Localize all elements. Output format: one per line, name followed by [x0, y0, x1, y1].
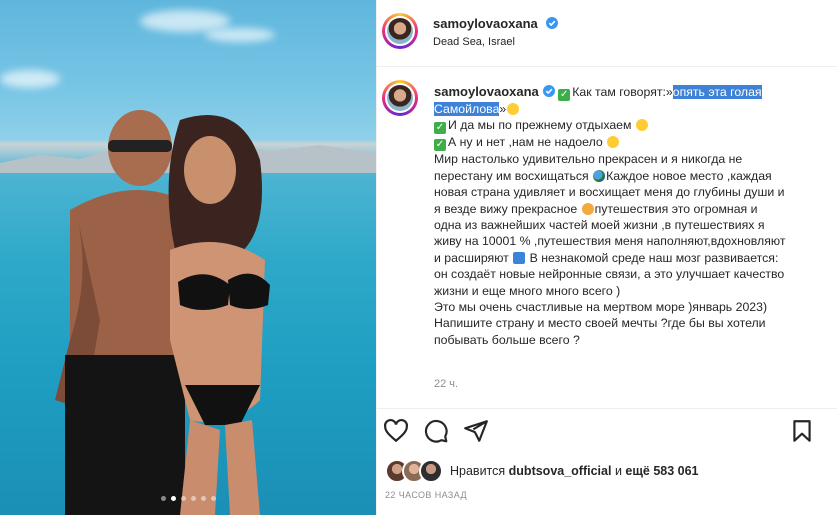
caption-time[interactable]: 22 ч. [434, 378, 458, 390]
instagram-post: samoylovaoxana Dead Sea, Israel samoylov… [0, 0, 837, 515]
caption-text: Как там говорят:» [572, 85, 673, 99]
couple-figure [55, 110, 270, 515]
globe-emoji-icon [593, 169, 606, 182]
liker-username-link[interactable]: dubtsova_official [509, 464, 612, 478]
location-link[interactable]: Dead Sea, Israel [433, 36, 515, 48]
likes-text: Нравится dubtsova_official и ещё 583 061 [450, 464, 699, 478]
caption-text: путешествия это огромная и [594, 201, 758, 216]
caption-line: ✓ А ну и нет ,нам не надоело [434, 134, 834, 152]
likes-connector: и [614, 464, 622, 478]
laughing-emoji-icon [635, 119, 648, 132]
check-emoji-icon: ✓ [434, 139, 446, 152]
caption-text: А ну и нет ,нам не надоело [448, 135, 603, 150]
heart-icon[interactable] [383, 418, 409, 444]
caption-text: и расширяют [434, 250, 509, 265]
carousel-dot-active[interactable] [170, 496, 176, 501]
top-emoji-icon [513, 251, 526, 264]
caption-text: перестану им восхищаться [434, 168, 589, 183]
caption-line: он создаёт новые нейронные связи, а это … [434, 267, 785, 282]
header-user: samoylovaoxana [433, 15, 559, 33]
caption-line: одна из важнейших частей моей жизни ,в п… [434, 218, 765, 233]
carousel-dot[interactable] [200, 496, 206, 501]
post-photo[interactable] [0, 0, 376, 515]
caption-line: ✓ И да мы по прежнему отдыхаем [434, 117, 834, 135]
carousel-dot[interactable] [160, 496, 166, 501]
avatar[interactable] [382, 13, 418, 49]
divider [377, 408, 837, 409]
likes-prefix: Нравится [450, 464, 506, 478]
bookmark-icon[interactable] [789, 418, 815, 444]
divider [377, 66, 837, 67]
caption-line: живу на 10001 % ,путешествия меня наполн… [434, 234, 786, 249]
cloud [0, 70, 60, 88]
post-panel: samoylovaoxana Dead Sea, Israel samoylov… [376, 0, 837, 515]
caption-avatar[interactable] [382, 80, 418, 116]
laughing-emoji-icon [507, 103, 520, 115]
caption-selected-text: опять эта голая [672, 85, 762, 99]
caption-selected-text: Самойлова [434, 102, 500, 116]
caption-line: перестану им восхищаться Каждое новое ме… [434, 168, 834, 184]
caption-line: Напишите страну и место своей мечты ?где… [434, 316, 766, 331]
caption-text: я везде вижу прекрасное [434, 201, 578, 216]
caption-line: новая страна удивляет и восхищает меня д… [434, 185, 785, 200]
verified-badge-icon [546, 17, 559, 29]
caption-line: и расширяют В незнакомой среде наш мозг … [434, 250, 834, 266]
send-icon[interactable] [463, 418, 489, 444]
caption-line: Мир настолько удивительно прекрасен и я … [434, 152, 743, 167]
likes-count-link[interactable]: ещё 583 061 [625, 464, 698, 478]
username-link[interactable]: samoylovaoxana [433, 16, 538, 31]
liker-avatar[interactable] [419, 459, 443, 483]
caption-text: В незнакомой среде наш мозг развивается: [529, 250, 779, 265]
caption-line: жизни и еще много много всего ) [434, 283, 621, 298]
caption-line: побывать больше всего ? [434, 332, 580, 347]
likes-row: Нравится dubtsova_official и ещё 583 061 [385, 459, 699, 483]
carousel-indicator [0, 496, 376, 501]
check-emoji-icon: ✓ [434, 122, 446, 135]
laughing-emoji-icon [607, 136, 620, 149]
carousel-dot[interactable] [180, 496, 186, 501]
caption-text: И да мы по прежнему отдыхаем [448, 118, 632, 133]
check-emoji-icon: ✓ [558, 89, 571, 101]
cloud [205, 28, 275, 42]
caption-line: Самойлова» [434, 101, 834, 117]
caption: samoylovaoxana ✓ Как там говорят:»опять э… [434, 84, 834, 348]
action-bar [377, 414, 837, 448]
star-eyes-emoji-icon [581, 202, 594, 215]
post-date[interactable]: 22 ЧАСОВ НАЗАД [385, 490, 467, 500]
caption-line: samoylovaoxana ✓ Как там говорят:»опять э… [434, 84, 834, 101]
verified-badge-icon [542, 85, 555, 97]
caption-line: Это мы очень счастливые на мертвом море … [434, 300, 768, 315]
caption-username-link[interactable]: samoylovaoxana [434, 84, 539, 99]
caption-text: » [499, 102, 507, 116]
carousel-dot[interactable] [190, 496, 196, 501]
caption-line: я везде вижу прекрасное путешествия это … [434, 201, 834, 217]
caption-text: Каждое новое место ,каждая [606, 168, 772, 183]
carousel-dot[interactable] [210, 496, 216, 501]
comment-icon[interactable] [423, 418, 449, 444]
